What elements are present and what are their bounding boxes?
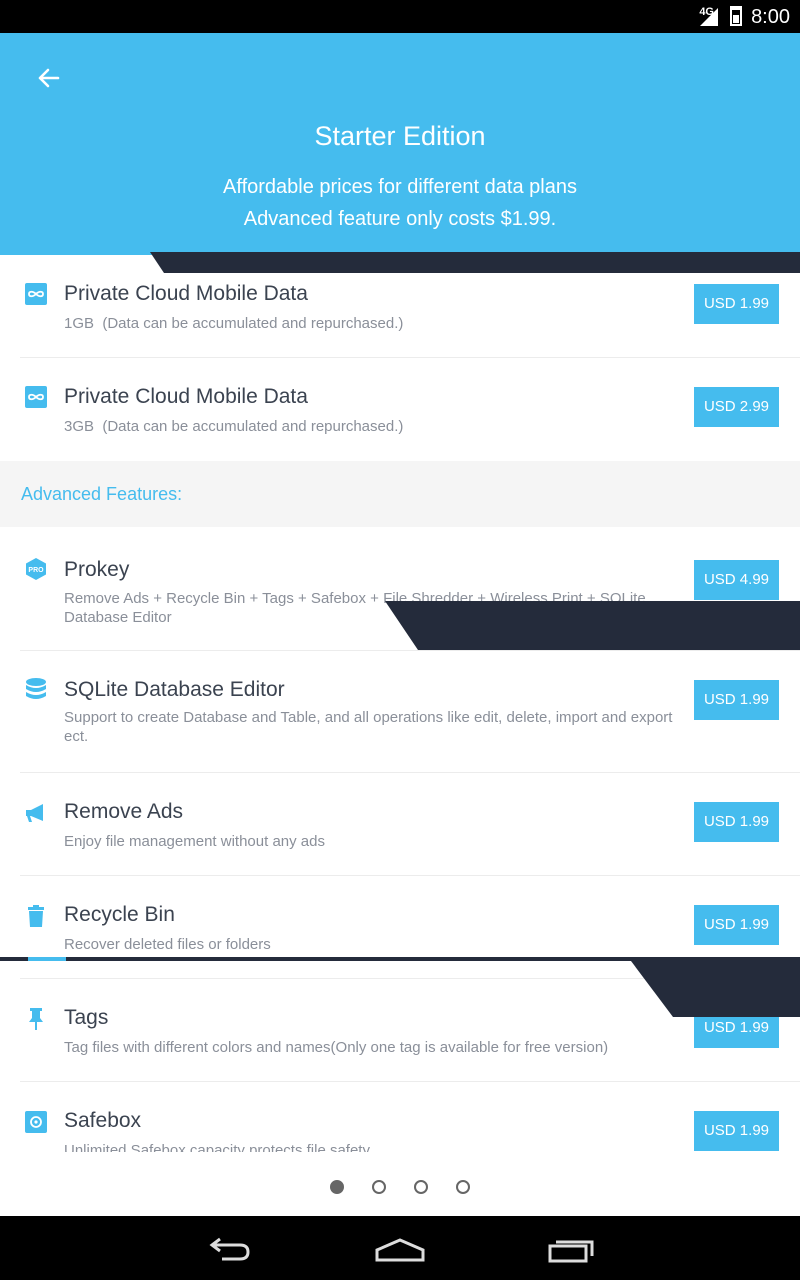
status-bar: 4G 8:00 (0, 0, 800, 33)
buy-button[interactable]: USD 1.99 (694, 284, 779, 324)
nav-recents-icon (548, 1240, 594, 1263)
subtitle-line-1: Affordable prices for different data pla… (223, 176, 577, 198)
purchase-list[interactable]: Private Cloud Mobile Data 1GB (Data can … (0, 255, 800, 1152)
section-header: Advanced Features: (0, 461, 800, 527)
item-description: 1GB (Data can be accumulated and repurch… (64, 314, 674, 333)
item-title: Remove Ads (64, 800, 184, 823)
plan-note: (Data can be accumulated and repurchased… (102, 418, 404, 435)
page-title: Starter Edition (314, 121, 486, 151)
list-item[interactable]: Remove Ads Enjoy file management without… (0, 773, 800, 876)
item-title: Prokey (64, 558, 130, 581)
item-description: Recover deleted files or folders (64, 936, 271, 953)
trash-icon (24, 904, 48, 928)
nav-back-button[interactable] (200, 1226, 260, 1270)
item-description: Unlimited Safebox capacity protects file… (64, 1142, 370, 1152)
header-shadow-band (150, 252, 800, 273)
database-icon (24, 677, 48, 701)
plan-size: 3GB (64, 418, 95, 435)
item-title: Tags (64, 1006, 109, 1029)
decorative-accent (28, 957, 66, 961)
item-description: 3GB (Data can be accumulated and repurch… (64, 417, 674, 436)
item-title: Private Cloud Mobile Data (64, 282, 308, 305)
back-arrow-icon (38, 68, 60, 88)
nav-home-button[interactable] (370, 1226, 430, 1270)
signal-icon (700, 8, 718, 26)
item-description: Tag files with different colors and name… (64, 1039, 609, 1056)
decorative-band (385, 601, 800, 650)
plan-size: 1GB (64, 315, 95, 332)
pro-badge-icon: PRO (24, 557, 48, 581)
back-button[interactable] (30, 58, 70, 98)
list-item[interactable]: Safebox Unlimited Safebox capacity prote… (0, 1082, 800, 1152)
nav-back-icon (209, 1237, 250, 1261)
nav-home-icon (375, 1238, 425, 1262)
edition-header: Starter Edition Affordable prices for di… (0, 33, 800, 255)
subtitle-line-2: Advanced feature only costs $1.99. (243, 208, 557, 230)
item-description: Support to create Database and Table, an… (64, 709, 673, 745)
buy-button[interactable]: USD 4.99 (694, 560, 779, 600)
safebox-icon (24, 1110, 48, 1134)
page-dot-1[interactable] (330, 1180, 344, 1194)
buy-button[interactable]: USD 2.99 (694, 387, 779, 427)
page-indicator (0, 1176, 800, 1198)
buy-button[interactable]: USD 1.99 (694, 802, 779, 842)
item-title: Recycle Bin (64, 903, 175, 926)
cloud-infinity-icon (24, 385, 48, 409)
cloud-infinity-icon (24, 282, 48, 306)
buy-button[interactable]: USD 1.99 (694, 680, 779, 720)
battery-icon (730, 6, 742, 26)
item-description: Enjoy file management without any ads (64, 833, 325, 850)
navigation-bar (0, 1216, 800, 1280)
list-item[interactable]: SQLite Database Editor Support to create… (0, 651, 800, 773)
buy-button[interactable]: USD 1.99 (694, 1111, 779, 1151)
page-dot-4[interactable] (456, 1180, 470, 1194)
buy-button[interactable]: USD 1.99 (694, 905, 779, 945)
pin-icon (24, 1007, 48, 1031)
plan-note: (Data can be accumulated and repurchased… (102, 315, 404, 332)
megaphone-icon (24, 801, 48, 825)
svg-text:PRO: PRO (28, 567, 44, 574)
item-title: Private Cloud Mobile Data (64, 385, 308, 408)
page-dot-2[interactable] (372, 1180, 386, 1194)
item-title: SQLite Database Editor (64, 678, 285, 701)
page-dot-3[interactable] (414, 1180, 428, 1194)
status-time: 8:00 (751, 6, 790, 28)
page-subtitle: Affordable prices for different data pla… (0, 171, 800, 235)
list-item[interactable]: Private Cloud Mobile Data 3GB (Data can … (0, 358, 800, 461)
nav-recents-button[interactable] (540, 1226, 600, 1270)
item-title: Safebox (64, 1109, 142, 1132)
